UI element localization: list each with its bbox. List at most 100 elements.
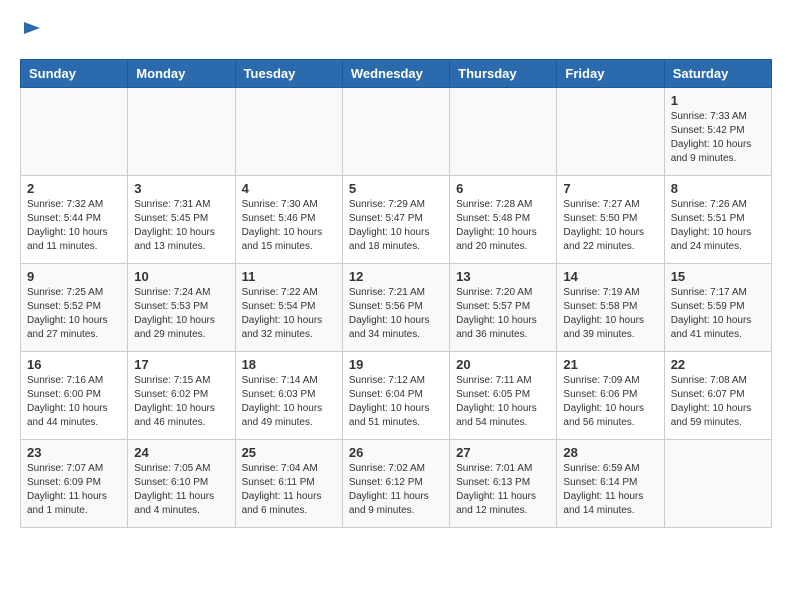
calendar-cell: 27 Sunrise: 7:01 AM Sunset: 6:13 PM Dayli… (450, 440, 557, 528)
day-number: 26 (349, 445, 443, 460)
day-info: Sunrise: 7:15 AM Sunset: 6:02 PM Dayligh… (134, 374, 228, 430)
day-number: 23 (27, 445, 121, 460)
day-number: 21 (563, 357, 657, 372)
day-number: 6 (456, 181, 550, 196)
calendar-header-row: SundayMondayTuesdayWednesdayThursdayFrid… (21, 60, 772, 88)
day-info: Sunrise: 7:19 AM Sunset: 5:58 PM Dayligh… (563, 286, 657, 342)
weekday-header-friday: Friday (557, 60, 664, 88)
calendar-cell: 24 Sunrise: 7:05 AM Sunset: 6:10 PM Dayli… (128, 440, 235, 528)
calendar-table: SundayMondayTuesdayWednesdayThursdayFrid… (20, 59, 772, 528)
day-number: 7 (563, 181, 657, 196)
calendar-cell: 23 Sunrise: 7:07 AM Sunset: 6:09 PM Dayli… (21, 440, 128, 528)
day-info: Sunrise: 7:29 AM Sunset: 5:47 PM Dayligh… (349, 198, 443, 254)
calendar-cell: 22 Sunrise: 7:08 AM Sunset: 6:07 PM Dayli… (664, 352, 771, 440)
calendar-cell: 1 Sunrise: 7:33 AM Sunset: 5:42 PM Daylig… (664, 88, 771, 176)
calendar-cell (235, 88, 342, 176)
calendar-cell: 16 Sunrise: 7:16 AM Sunset: 6:00 PM Dayli… (21, 352, 128, 440)
day-info: Sunrise: 7:08 AM Sunset: 6:07 PM Dayligh… (671, 374, 765, 430)
calendar-cell: 18 Sunrise: 7:14 AM Sunset: 6:03 PM Dayli… (235, 352, 342, 440)
calendar-week-row: 16 Sunrise: 7:16 AM Sunset: 6:00 PM Dayli… (21, 352, 772, 440)
calendar-cell: 20Sunrise: 7:11 AM Sunset: 6:05 PM Dayli… (450, 352, 557, 440)
day-number: 9 (27, 269, 121, 284)
day-number: 25 (242, 445, 336, 460)
day-info: Sunrise: 7:01 AM Sunset: 6:13 PM Dayligh… (456, 462, 550, 518)
day-number: 2 (27, 181, 121, 196)
calendar-week-row: 23 Sunrise: 7:07 AM Sunset: 6:09 PM Dayli… (21, 440, 772, 528)
calendar-cell: 11 Sunrise: 7:22 AM Sunset: 5:54 PM Dayli… (235, 264, 342, 352)
calendar-week-row: 1 Sunrise: 7:33 AM Sunset: 5:42 PM Daylig… (21, 88, 772, 176)
day-info: Sunrise: 7:16 AM Sunset: 6:00 PM Dayligh… (27, 374, 121, 430)
calendar-cell: 14 Sunrise: 7:19 AM Sunset: 5:58 PM Dayli… (557, 264, 664, 352)
weekday-header-thursday: Thursday (450, 60, 557, 88)
day-info: Sunrise: 7:11 AM Sunset: 6:05 PM Dayligh… (456, 374, 550, 430)
calendar-cell: 4 Sunrise: 7:30 AM Sunset: 5:46 PM Daylig… (235, 176, 342, 264)
day-info: Sunrise: 7:30 AM Sunset: 5:46 PM Dayligh… (242, 198, 336, 254)
day-number: 17 (134, 357, 228, 372)
calendar-week-row: 2 Sunrise: 7:32 AM Sunset: 5:44 PM Daylig… (21, 176, 772, 264)
day-number: 5 (349, 181, 443, 196)
weekday-header-wednesday: Wednesday (342, 60, 449, 88)
calendar-cell (450, 88, 557, 176)
day-number: 18 (242, 357, 336, 372)
day-info: Sunrise: 7:20 AM Sunset: 5:57 PM Dayligh… (456, 286, 550, 342)
calendar-week-row: 9 Sunrise: 7:25 AM Sunset: 5:52 PM Daylig… (21, 264, 772, 352)
weekday-header-monday: Monday (128, 60, 235, 88)
day-number: 22 (671, 357, 765, 372)
weekday-header-saturday: Saturday (664, 60, 771, 88)
calendar-cell: 25 Sunrise: 7:04 AM Sunset: 6:11 PM Dayli… (235, 440, 342, 528)
day-number: 4 (242, 181, 336, 196)
calendar-cell (21, 88, 128, 176)
page-header (20, 20, 772, 49)
day-info: Sunrise: 7:27 AM Sunset: 5:50 PM Dayligh… (563, 198, 657, 254)
weekday-header-tuesday: Tuesday (235, 60, 342, 88)
day-info: Sunrise: 7:05 AM Sunset: 6:10 PM Dayligh… (134, 462, 228, 518)
calendar-cell: 8 Sunrise: 7:26 AM Sunset: 5:51 PM Daylig… (664, 176, 771, 264)
day-info: Sunrise: 7:04 AM Sunset: 6:11 PM Dayligh… (242, 462, 336, 518)
day-info: Sunrise: 7:02 AM Sunset: 6:12 PM Dayligh… (349, 462, 443, 518)
logo-flag-icon (22, 20, 46, 44)
calendar-cell: 17 Sunrise: 7:15 AM Sunset: 6:02 PM Dayli… (128, 352, 235, 440)
day-number: 19 (349, 357, 443, 372)
day-info: Sunrise: 7:33 AM Sunset: 5:42 PM Dayligh… (671, 110, 765, 166)
day-number: 27 (456, 445, 550, 460)
day-number: 16 (27, 357, 121, 372)
day-number: 10 (134, 269, 228, 284)
weekday-header-sunday: Sunday (21, 60, 128, 88)
day-info: Sunrise: 7:25 AM Sunset: 5:52 PM Dayligh… (27, 286, 121, 342)
day-number: 14 (563, 269, 657, 284)
calendar-cell: 5 Sunrise: 7:29 AM Sunset: 5:47 PM Daylig… (342, 176, 449, 264)
day-info: Sunrise: 7:12 AM Sunset: 6:04 PM Dayligh… (349, 374, 443, 430)
calendar-cell: 21Sunrise: 7:09 AM Sunset: 6:06 PM Dayli… (557, 352, 664, 440)
day-info: Sunrise: 7:22 AM Sunset: 5:54 PM Dayligh… (242, 286, 336, 342)
day-info: Sunrise: 6:59 AM Sunset: 6:14 PM Dayligh… (563, 462, 657, 518)
day-info: Sunrise: 7:31 AM Sunset: 5:45 PM Dayligh… (134, 198, 228, 254)
day-info: Sunrise: 7:26 AM Sunset: 5:51 PM Dayligh… (671, 198, 765, 254)
calendar-cell (342, 88, 449, 176)
day-info: Sunrise: 7:21 AM Sunset: 5:56 PM Dayligh… (349, 286, 443, 342)
calendar-cell: 9 Sunrise: 7:25 AM Sunset: 5:52 PM Daylig… (21, 264, 128, 352)
logo (20, 20, 46, 49)
day-number: 8 (671, 181, 765, 196)
day-number: 1 (671, 93, 765, 108)
day-info: Sunrise: 7:28 AM Sunset: 5:48 PM Dayligh… (456, 198, 550, 254)
calendar-cell: 3 Sunrise: 7:31 AM Sunset: 5:45 PM Daylig… (128, 176, 235, 264)
day-number: 24 (134, 445, 228, 460)
calendar-cell: 2 Sunrise: 7:32 AM Sunset: 5:44 PM Daylig… (21, 176, 128, 264)
day-info: Sunrise: 7:14 AM Sunset: 6:03 PM Dayligh… (242, 374, 336, 430)
calendar-cell (557, 88, 664, 176)
day-number: 12 (349, 269, 443, 284)
calendar-cell (664, 440, 771, 528)
day-info: Sunrise: 7:32 AM Sunset: 5:44 PM Dayligh… (27, 198, 121, 254)
calendar-cell: 19 Sunrise: 7:12 AM Sunset: 6:04 PM Dayli… (342, 352, 449, 440)
calendar-cell: 6 Sunrise: 7:28 AM Sunset: 5:48 PM Daylig… (450, 176, 557, 264)
day-number: 13 (456, 269, 550, 284)
calendar-cell: 7 Sunrise: 7:27 AM Sunset: 5:50 PM Daylig… (557, 176, 664, 264)
day-number: 28 (563, 445, 657, 460)
calendar-cell: 28 Sunrise: 6:59 AM Sunset: 6:14 PM Dayli… (557, 440, 664, 528)
day-info: Sunrise: 7:07 AM Sunset: 6:09 PM Dayligh… (27, 462, 121, 518)
day-number: 3 (134, 181, 228, 196)
day-number: 11 (242, 269, 336, 284)
day-number: 15 (671, 269, 765, 284)
day-info: Sunrise: 7:24 AM Sunset: 5:53 PM Dayligh… (134, 286, 228, 342)
calendar-cell: 10 Sunrise: 7:24 AM Sunset: 5:53 PM Dayli… (128, 264, 235, 352)
